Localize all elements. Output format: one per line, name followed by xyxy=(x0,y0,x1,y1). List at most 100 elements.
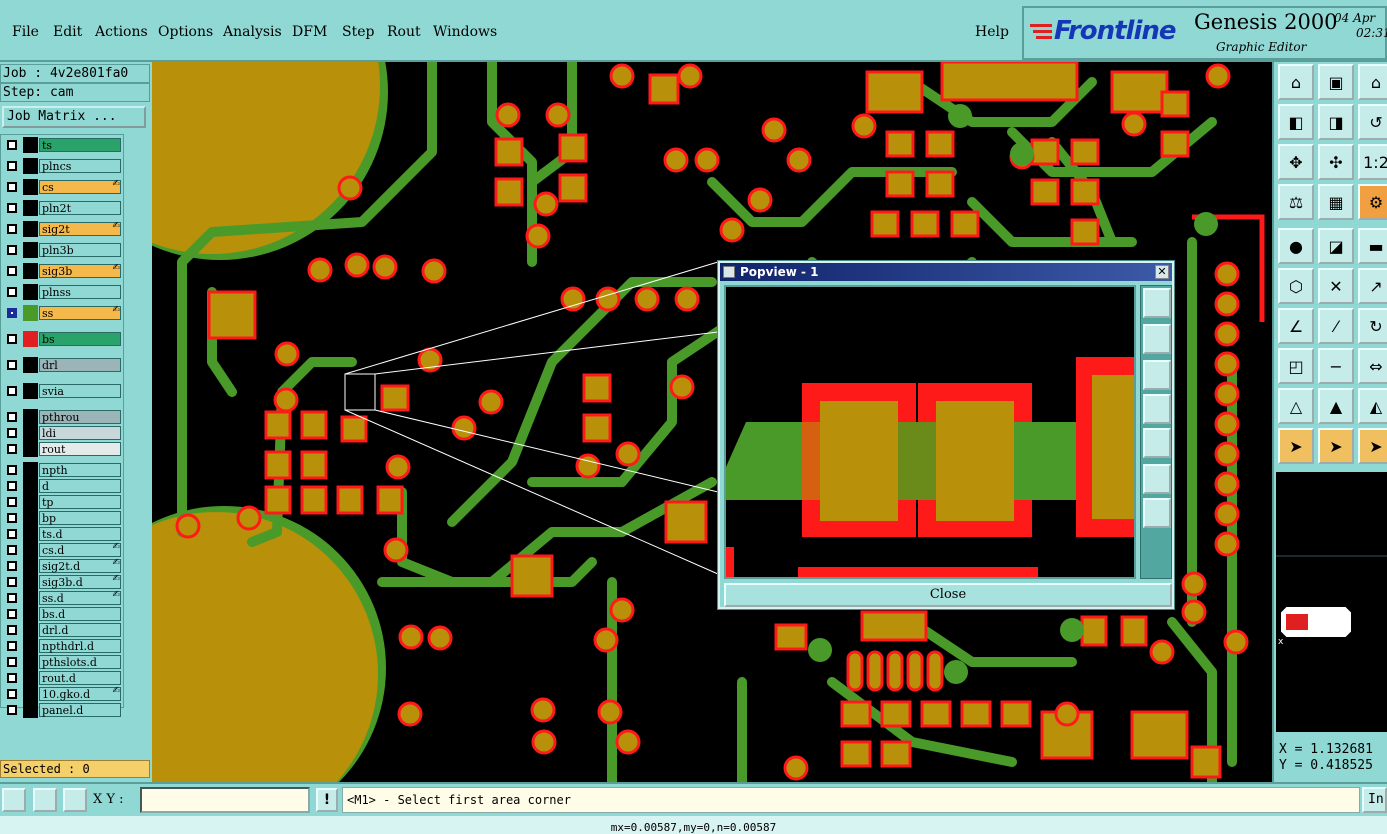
layer-color-swatch[interactable] xyxy=(23,478,38,494)
layer-row[interactable]: plnss xyxy=(3,284,123,300)
menu-step[interactable]: Step xyxy=(342,24,374,40)
zoom-fit-icon[interactable]: ✥ xyxy=(1278,144,1314,180)
layer-row[interactable]: d xyxy=(3,478,123,494)
layer-color-swatch[interactable] xyxy=(23,158,38,174)
popview-canvas[interactable] xyxy=(724,285,1136,579)
layer-name[interactable]: rout xyxy=(39,442,121,456)
layer-color-swatch[interactable] xyxy=(23,200,38,216)
layer-color-swatch[interactable] xyxy=(23,542,38,558)
layer-checkbox[interactable] xyxy=(7,428,17,438)
layer-checkbox[interactable] xyxy=(7,513,17,523)
layer-row[interactable]: ts xyxy=(3,137,123,153)
layer-checkbox[interactable] xyxy=(7,481,17,491)
pad-add-icon[interactable]: ◰ xyxy=(1278,348,1314,384)
layer-checkbox[interactable] xyxy=(7,444,17,454)
layer-row[interactable]: ss.d ✍ xyxy=(3,590,123,606)
layer-checkbox[interactable] xyxy=(7,224,17,234)
layer-checkbox[interactable] xyxy=(7,593,17,603)
layer-row[interactable]: plncs xyxy=(3,158,123,174)
close-icon[interactable]: ✕ xyxy=(1155,265,1169,279)
layer-color-swatch[interactable] xyxy=(23,686,38,702)
layer-name[interactable]: cs xyxy=(39,180,121,194)
pan-down-icon[interactable] xyxy=(1143,360,1171,390)
resize-icon[interactable]: ⇔ xyxy=(1358,348,1387,384)
layer-checkbox[interactable] xyxy=(7,308,17,318)
arc-icon[interactable]: ↻ xyxy=(1358,308,1387,344)
layer-color-swatch[interactable] xyxy=(23,383,38,399)
layer-color-swatch[interactable] xyxy=(23,137,38,153)
layer-checkbox[interactable] xyxy=(7,245,17,255)
layer-name[interactable]: ss xyxy=(39,306,121,320)
layer-color-swatch[interactable] xyxy=(23,574,38,590)
layer-name[interactable]: sig3b xyxy=(39,264,121,278)
layer-color-swatch[interactable] xyxy=(23,526,38,542)
layer-name[interactable]: drl.d xyxy=(39,623,121,637)
layer-checkbox[interactable] xyxy=(7,412,17,422)
layer-name[interactable]: sig2t.d xyxy=(39,559,121,573)
angle-icon[interactable]: ∠ xyxy=(1278,308,1314,344)
layer-row[interactable]: bp xyxy=(3,510,123,526)
cross-icon[interactable]: ✕ xyxy=(1318,268,1354,304)
layer-row[interactable]: drl.d xyxy=(3,622,123,638)
pointer-icon[interactable]: ➤ xyxy=(1278,428,1314,464)
layer-row[interactable]: pthrou xyxy=(3,409,123,425)
layer-color-swatch[interactable] xyxy=(23,670,38,686)
layer-color-swatch[interactable] xyxy=(23,638,38,654)
layer-name[interactable]: sig3b.d xyxy=(39,575,121,589)
layer-row[interactable]: ts.d xyxy=(3,526,123,542)
triangle-three-icon[interactable]: ◭ xyxy=(1358,388,1387,424)
menu-rout[interactable]: Rout xyxy=(387,24,421,40)
layer-name[interactable]: ldi xyxy=(39,426,121,440)
area-select-icon[interactable] xyxy=(2,788,26,812)
zoom-center-icon[interactable] xyxy=(1143,498,1171,528)
layer-row[interactable]: pln2t xyxy=(3,200,123,216)
menu-edit[interactable]: Edit xyxy=(53,24,82,40)
ruler-icon[interactable]: ▬ xyxy=(1358,228,1387,264)
layer-name[interactable]: d xyxy=(39,479,121,493)
layer-color-swatch[interactable] xyxy=(23,510,38,526)
layer-row[interactable]: cs ✍ xyxy=(3,179,123,195)
layer-name[interactable]: cs.d xyxy=(39,543,121,557)
in-button[interactable]: In xyxy=(1362,787,1387,813)
triangle-one-icon[interactable]: △ xyxy=(1278,388,1314,424)
layer-color-swatch[interactable] xyxy=(23,494,38,510)
layer-checkbox[interactable] xyxy=(7,465,17,475)
layer-checkbox[interactable] xyxy=(7,689,17,699)
layer-row[interactable]: pthslots.d xyxy=(3,654,123,670)
layer-checkbox[interactable] xyxy=(7,673,17,683)
layer-color-swatch[interactable] xyxy=(23,263,38,279)
layer-name[interactable]: npth xyxy=(39,463,121,477)
layer-name[interactable]: pthrou xyxy=(39,410,121,424)
layer-color-swatch[interactable] xyxy=(23,590,38,606)
menu-help[interactable]: Help xyxy=(975,24,1009,40)
layer-color-swatch[interactable] xyxy=(23,409,38,425)
layer-name[interactable]: plncs xyxy=(39,159,121,173)
pan-left-icon[interactable]: ◧ xyxy=(1278,104,1314,140)
layer-row[interactable]: npthdrl.d xyxy=(3,638,123,654)
menu-dfm[interactable]: DFM xyxy=(292,24,327,40)
layer-checkbox[interactable] xyxy=(7,561,17,571)
triangle-two-icon[interactable]: ▲ xyxy=(1318,388,1354,424)
layer-checkbox[interactable] xyxy=(7,577,17,587)
layer-row[interactable]: panel.d xyxy=(3,702,123,718)
layer-row[interactable]: cs.d ✍ xyxy=(3,542,123,558)
layer-checkbox[interactable] xyxy=(7,386,17,396)
move-object-icon[interactable]: ◪ xyxy=(1318,228,1354,264)
layer-checkbox[interactable] xyxy=(7,161,17,171)
layer-name[interactable]: 10.gko.d xyxy=(39,687,121,701)
menu-options[interactable]: Options xyxy=(158,24,213,40)
layer-row[interactable]: rout.d xyxy=(3,670,123,686)
layer-checkbox[interactable] xyxy=(7,182,17,192)
menu-file[interactable]: File xyxy=(12,24,39,40)
layer-color-swatch[interactable] xyxy=(23,284,38,300)
layer-row[interactable]: rout xyxy=(3,441,123,457)
slash-icon[interactable]: ⁄ xyxy=(1318,308,1354,344)
house-icon[interactable]: ⌂ xyxy=(1358,64,1387,100)
home-icon[interactable]: ⌂ xyxy=(1278,64,1314,100)
layer-checkbox[interactable] xyxy=(7,266,17,276)
layer-checkbox[interactable] xyxy=(7,625,17,635)
snap-icon[interactable]: ⚙ xyxy=(1358,184,1387,220)
layer-row[interactable]: sig2t ✍ xyxy=(3,221,123,237)
layer-name[interactable]: plnss xyxy=(39,285,121,299)
layer-name[interactable]: ts.d xyxy=(39,527,121,541)
